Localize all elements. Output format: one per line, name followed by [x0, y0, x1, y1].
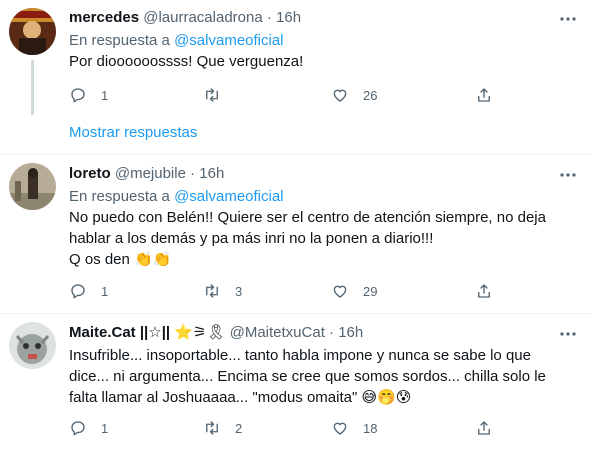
- tweet-text: No puedo con Belén!! Quiere ser el centr…: [69, 207, 574, 270]
- timestamp[interactable]: 16h: [276, 9, 301, 26]
- like-count: 26: [363, 87, 378, 103]
- like-button[interactable]: 26: [331, 85, 377, 105]
- timestamp[interactable]: 16h: [199, 165, 224, 182]
- share-button[interactable]: [475, 418, 493, 438]
- tweet-header: Maite.Cat ||☆|| ⭐⚞🎗 @MaitetxuCat · 16h: [69, 324, 363, 342]
- retweet-button[interactable]: 3: [203, 281, 242, 301]
- reply-icon: [71, 284, 85, 299]
- share-icon: [478, 88, 490, 102]
- display-name-emoji: ⭐⚞🎗: [174, 324, 226, 341]
- like-button[interactable]: 29: [331, 281, 377, 301]
- reply-prefix: En respuesta a: [69, 188, 170, 205]
- tweet-header: loreto @mejubile · 16h: [69, 165, 224, 183]
- tweet-text: Insufrible... insoportable... tanto habl…: [69, 345, 574, 408]
- tweet-text-fragment: falta llamar al Joshuaaaa... "modus omai…: [69, 389, 358, 406]
- separator: ·: [329, 324, 335, 341]
- like-icon: [333, 89, 347, 102]
- separator: ·: [266, 9, 272, 26]
- avatar[interactable]: [9, 163, 56, 210]
- display-name[interactable]: mercedes: [69, 9, 139, 26]
- tweet-text-line: hablar a los demás y pa más inri no la p…: [69, 230, 434, 247]
- like-icon: [333, 422, 347, 435]
- tweet-text-fragment: Q os den: [69, 251, 130, 268]
- tweet-loreto[interactable]: loreto @mejubile · 16h En respuesta a @s…: [0, 155, 592, 315]
- separator: ·: [190, 165, 196, 182]
- reply-context: En respuesta a @salvameoficial: [69, 188, 284, 206]
- share-button[interactable]: [475, 85, 493, 105]
- retweet-icon: [206, 421, 218, 435]
- user-handle[interactable]: @MaitetxuCat: [230, 324, 325, 341]
- reply-icon: [71, 421, 85, 436]
- tweet-text-line: dice... ni argumenta... Encima se cree q…: [69, 368, 546, 385]
- tweet-text-line: Q os den 👏👏: [69, 249, 574, 270]
- like-count: 18: [363, 420, 378, 436]
- action-bar: 1 26: [69, 85, 509, 105]
- tweet-header: mercedes @laurracaladrona · 16h: [69, 9, 301, 27]
- reply-count: 1: [101, 283, 109, 299]
- retweet-button[interactable]: 2: [203, 418, 242, 438]
- retweet-count: 3: [235, 283, 243, 299]
- reply-count: 1: [101, 420, 109, 436]
- display-name[interactable]: loreto: [69, 165, 111, 182]
- share-button[interactable]: [475, 281, 493, 301]
- user-handle[interactable]: @laurracaladrona: [143, 9, 262, 26]
- retweet-icon: [206, 284, 218, 298]
- avatar[interactable]: [9, 8, 56, 55]
- reply-handle-link[interactable]: @salvameoficial: [174, 32, 283, 49]
- reply-handle-link[interactable]: @salvameoficial: [174, 188, 283, 205]
- like-count: 29: [363, 283, 378, 299]
- more-icon[interactable]: [558, 10, 578, 28]
- reaction-emoji: 😅🤭😰: [361, 389, 412, 406]
- timestamp[interactable]: 16h: [338, 324, 363, 341]
- thread-line: [31, 60, 34, 115]
- tweet-text-line: Insufrible... insoportable... tanto habl…: [69, 347, 531, 364]
- retweet-count: 2: [235, 420, 243, 436]
- more-icon[interactable]: [558, 325, 578, 343]
- avatar[interactable]: [9, 322, 56, 369]
- tweet-text-line: No puedo con Belén!! Quiere ser el centr…: [69, 209, 546, 226]
- like-button[interactable]: 18: [331, 418, 377, 438]
- tweet-mercedes[interactable]: mercedes @laurracaladrona · 16h En respu…: [0, 0, 592, 154]
- more-icon[interactable]: [558, 166, 578, 184]
- tweet-text: Por dioooooossss! Que verguenza!: [69, 53, 304, 70]
- like-icon: [333, 285, 347, 298]
- clapping-hands-emoji: 👏👏: [134, 251, 172, 268]
- show-replies-link[interactable]: Mostrar respuestas: [69, 124, 197, 141]
- share-icon: [478, 421, 490, 435]
- reply-context: En respuesta a @salvameoficial: [69, 32, 284, 50]
- reply-button[interactable]: 1: [69, 281, 108, 301]
- reply-button[interactable]: 1: [69, 85, 108, 105]
- reply-button[interactable]: 1: [69, 418, 108, 438]
- action-bar: 1 3 29: [69, 281, 509, 301]
- display-name-suffix: ||☆||: [139, 324, 171, 341]
- retweet-button[interactable]: [203, 85, 235, 105]
- tweet-text-line: falta llamar al Joshuaaaa... "modus omai…: [69, 387, 574, 408]
- retweet-icon: [206, 88, 218, 102]
- display-name[interactable]: Maite.Cat: [69, 324, 136, 341]
- reply-count: 1: [101, 87, 109, 103]
- tweet-maite-cat[interactable]: Maite.Cat ||☆|| ⭐⚞🎗 @MaitetxuCat · 16h I…: [0, 314, 592, 451]
- action-bar: 1 2 18: [69, 418, 509, 438]
- reply-icon: [71, 88, 85, 103]
- reply-prefix: En respuesta a: [69, 32, 170, 49]
- share-icon: [478, 284, 490, 298]
- user-handle[interactable]: @mejubile: [115, 165, 186, 182]
